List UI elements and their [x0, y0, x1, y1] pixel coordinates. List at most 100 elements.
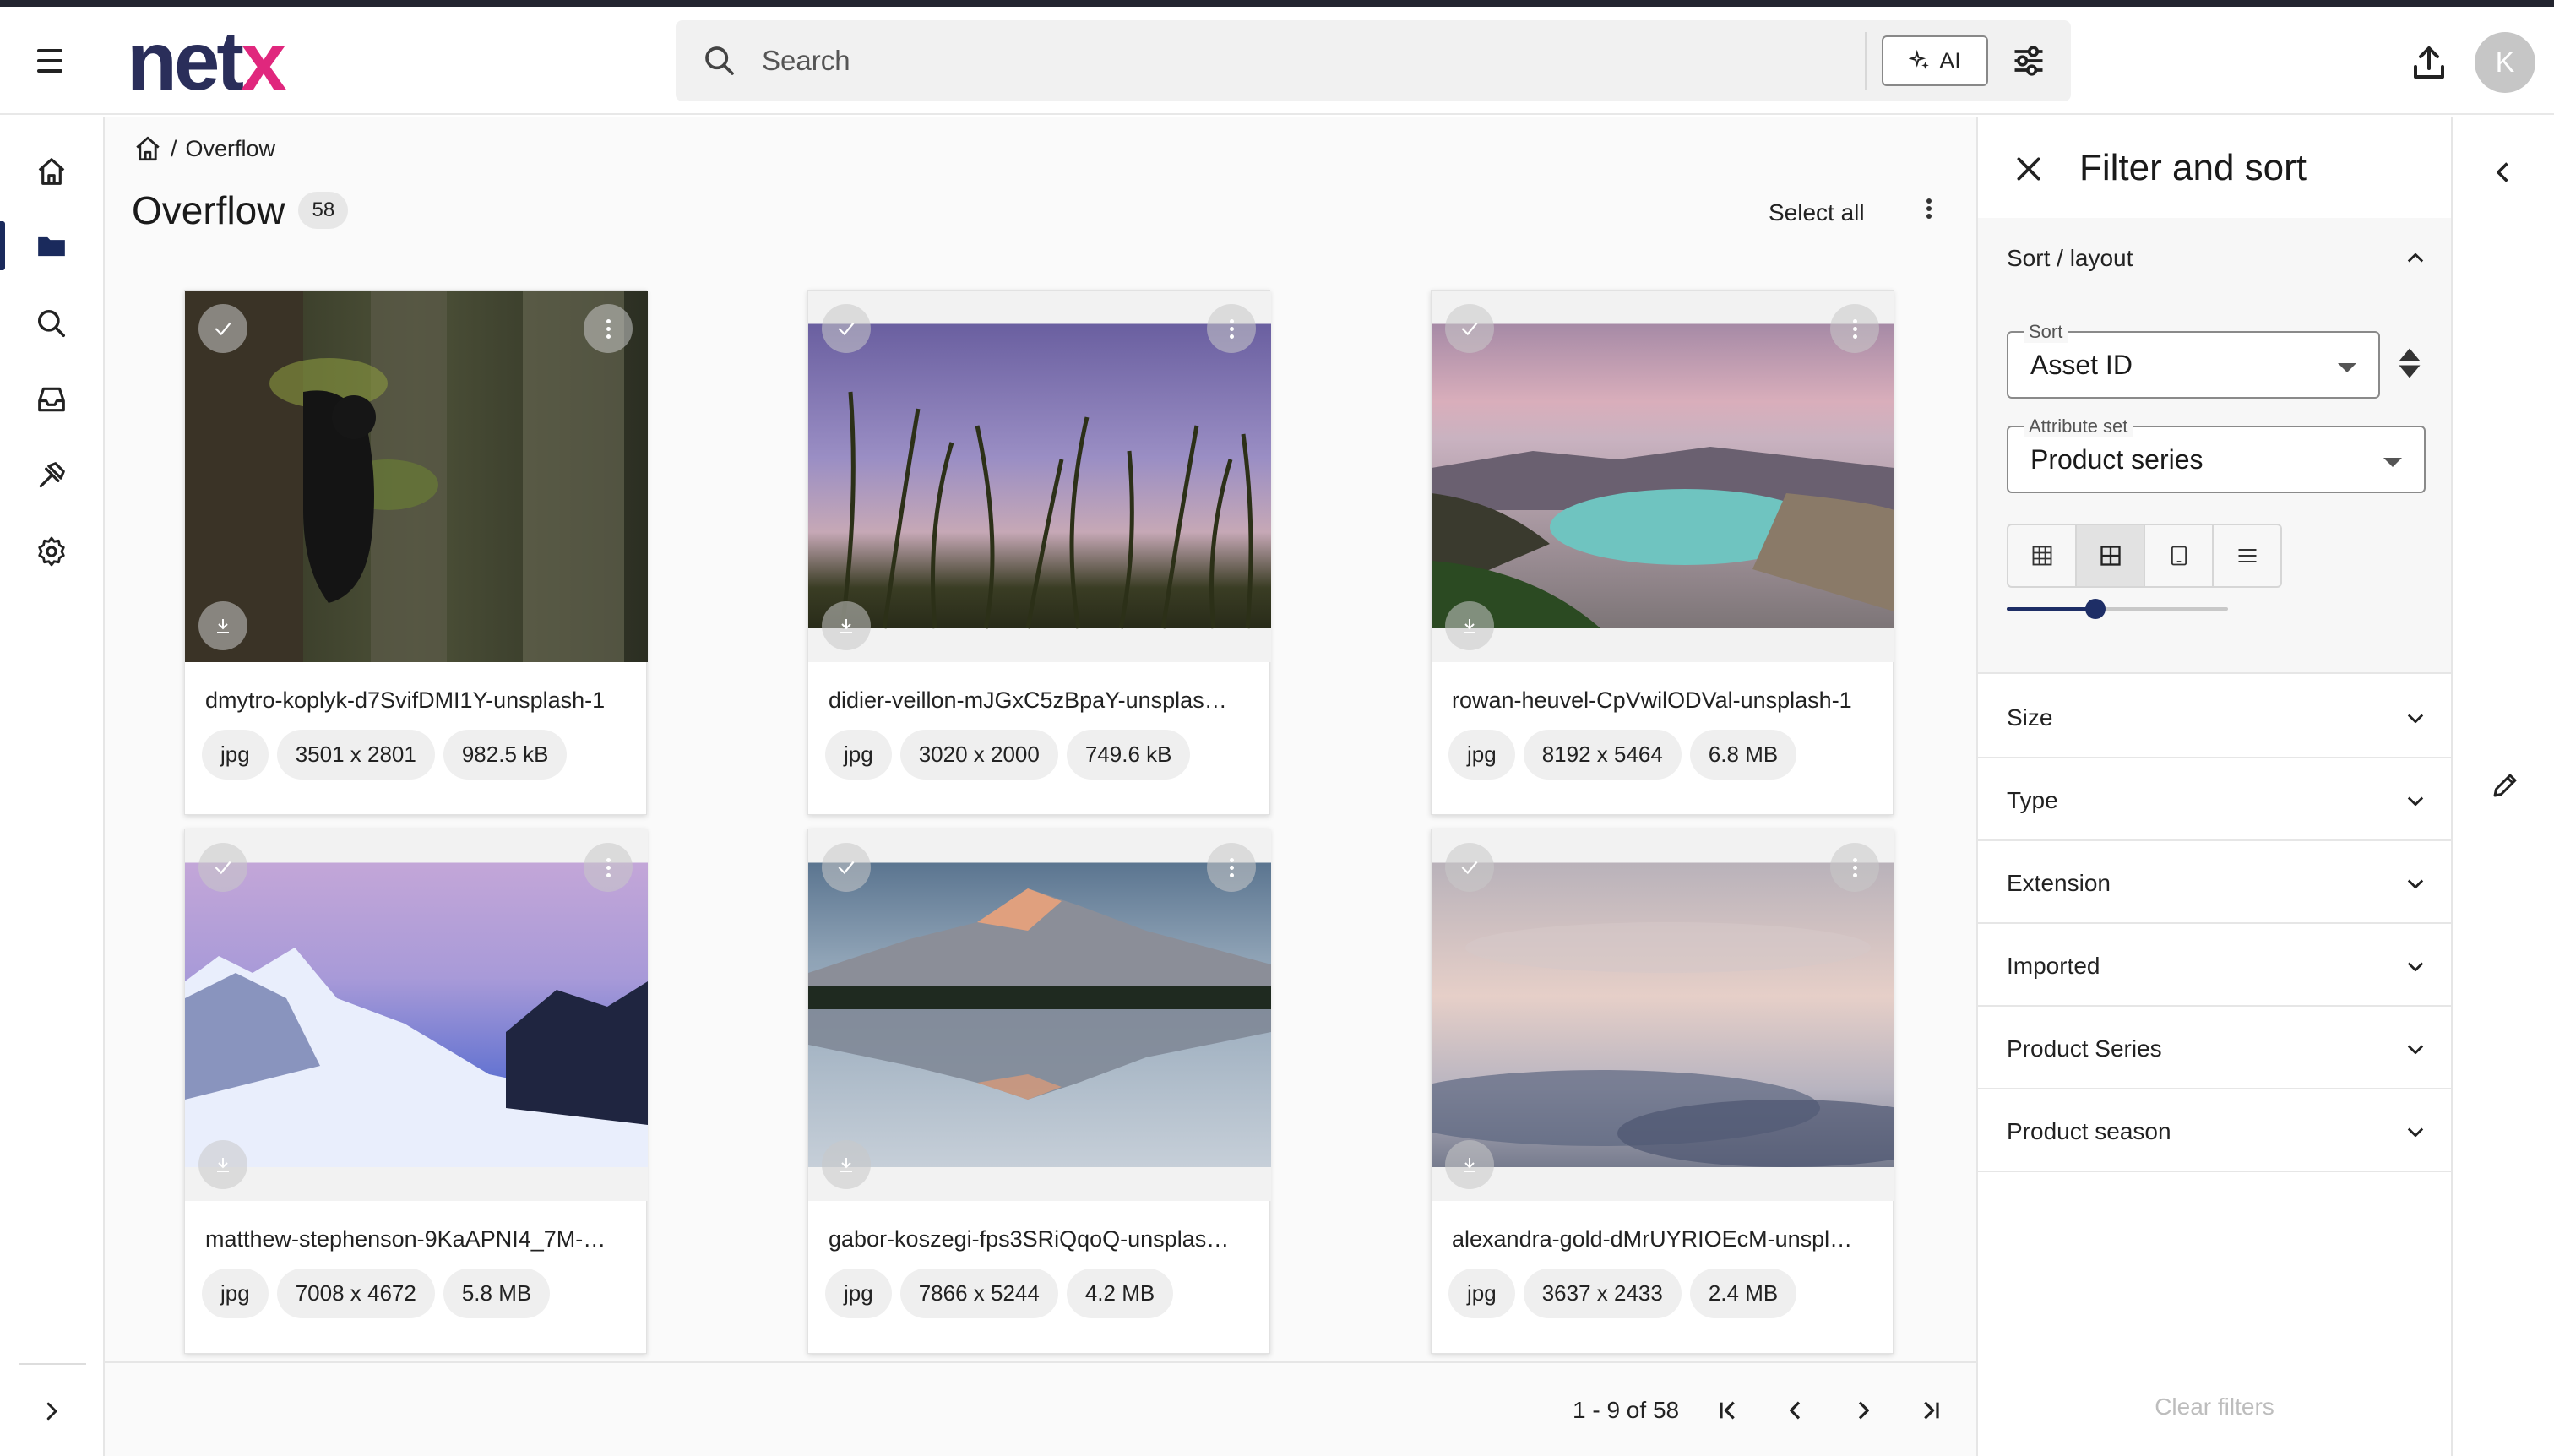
- select-checkbox[interactable]: [822, 843, 871, 892]
- size-chip: 6.8 MB: [1689, 730, 1797, 780]
- select-checkbox[interactable]: [198, 304, 247, 353]
- pencil-icon[interactable]: [2490, 770, 2520, 801]
- user-avatar[interactable]: K: [2475, 32, 2535, 93]
- dims-chip: 3501 x 2801: [276, 730, 435, 780]
- grid-small-icon[interactable]: [2008, 525, 2077, 586]
- asset-name[interactable]: alexandra-gold-dMrUYRIOEcM-unspl…: [1452, 1226, 1874, 1252]
- sort-select[interactable]: Sort Asset ID: [2007, 321, 2380, 399]
- home-icon[interactable]: [133, 134, 162, 163]
- card-menu-icon[interactable]: [584, 843, 633, 892]
- select-checkbox[interactable]: [198, 843, 247, 892]
- breadcrumb-separator: /: [171, 135, 177, 161]
- first-page-icon[interactable]: [1709, 1392, 1747, 1429]
- download-icon[interactable]: [1445, 601, 1494, 650]
- tablet-icon[interactable]: [2145, 525, 2214, 586]
- panel-title: Filter and sort: [2079, 147, 2307, 188]
- sort-layout-header[interactable]: Sort / layout: [2007, 245, 2133, 272]
- last-page-icon[interactable]: [1912, 1392, 1949, 1429]
- card-menu-icon[interactable]: [584, 304, 633, 353]
- filter-type[interactable]: Type: [1978, 758, 2451, 841]
- ext-chip: jpg: [202, 1269, 269, 1318]
- card-menu-icon[interactable]: [1207, 843, 1256, 892]
- asset-name[interactable]: matthew-stephenson-9KaAPNI4_7M-…: [205, 1226, 628, 1252]
- asset-card[interactable]: dmytro-koplyk-d7SvifDMI1Y-unsplash-1 jpg…: [184, 290, 648, 815]
- netx-logo[interactable]: netx: [127, 19, 286, 103]
- select-checkbox[interactable]: [822, 304, 871, 353]
- asset-thumbnail[interactable]: [808, 291, 1271, 662]
- layout-toggle-group: [2007, 524, 2282, 588]
- clear-filters-button[interactable]: Clear filters: [1978, 1394, 2451, 1421]
- breadcrumb-current[interactable]: Overflow: [186, 136, 276, 162]
- home-icon[interactable]: [32, 152, 71, 191]
- list-icon[interactable]: [2214, 525, 2280, 586]
- upload-icon[interactable]: [2409, 42, 2449, 84]
- close-icon[interactable]: [2012, 152, 2046, 186]
- filter-settings-icon[interactable]: [2010, 42, 2047, 79]
- card-menu-icon[interactable]: [1207, 304, 1256, 353]
- main-content: / Overflow Overflow 58 Select all dmytro…: [105, 117, 1976, 1456]
- slider-thumb[interactable]: [2085, 599, 2106, 619]
- asset-meta: jpg 3637 x 2433 2.4 MB: [1448, 1269, 1797, 1318]
- select-all-button[interactable]: Select all: [1769, 199, 1865, 226]
- asset-thumbnail[interactable]: [185, 291, 648, 662]
- search-input[interactable]: [762, 39, 1674, 83]
- attribute-set-select[interactable]: Attribute set Product series: [2007, 416, 2426, 493]
- next-page-icon[interactable]: [1845, 1392, 1882, 1429]
- chevron-up-icon[interactable]: [2404, 247, 2427, 270]
- chevron-left-icon[interactable]: [2488, 157, 2519, 187]
- asset-name[interactable]: didier-veillon-mJGxC5zBpaY-unsplas…: [829, 687, 1251, 714]
- card-menu-icon[interactable]: [1830, 304, 1879, 353]
- asset-meta: jpg 8192 x 5464 6.8 MB: [1448, 730, 1797, 780]
- filter-product-series[interactable]: Product Series: [1978, 1007, 2451, 1089]
- previous-page-icon[interactable]: [1777, 1392, 1814, 1429]
- asset-card[interactable]: didier-veillon-mJGxC5zBpaY-unsplas… jpg …: [807, 290, 1271, 815]
- download-icon[interactable]: [198, 601, 247, 650]
- gear-icon[interactable]: [32, 532, 71, 571]
- download-icon[interactable]: [822, 1140, 871, 1189]
- asset-thumbnail[interactable]: [808, 829, 1271, 1201]
- asset-name[interactable]: dmytro-koplyk-d7SvifDMI1Y-unsplash-1: [205, 687, 628, 714]
- download-icon[interactable]: [822, 601, 871, 650]
- filter-type-label: Type: [2007, 787, 2058, 813]
- dims-chip: 8192 x 5464: [1523, 730, 1682, 780]
- asset-card[interactable]: matthew-stephenson-9KaAPNI4_7M-… jpg 700…: [184, 829, 648, 1354]
- search-icon[interactable]: [32, 304, 71, 343]
- inbox-icon[interactable]: [32, 380, 71, 419]
- filter-size[interactable]: Size: [1978, 676, 2451, 758]
- dropdown-arrow-icon: [2338, 363, 2356, 372]
- attribute-set-value: Product series: [2030, 444, 2204, 475]
- grid-large-icon[interactable]: [2077, 525, 2145, 586]
- asset-name[interactable]: rowan-heuvel-CpVwilODVal-unsplash-1: [1452, 687, 1874, 714]
- size-chip: 4.2 MB: [1066, 1269, 1174, 1318]
- card-menu-icon[interactable]: [1830, 843, 1879, 892]
- select-checkbox[interactable]: [1445, 843, 1494, 892]
- hamburger-icon[interactable]: [34, 46, 71, 76]
- asset-thumbnail[interactable]: [1432, 291, 1894, 662]
- folder-icon[interactable]: [32, 227, 71, 266]
- asset-card[interactable]: rowan-heuvel-CpVwilODVal-unsplash-1 jpg …: [1431, 290, 1894, 815]
- asset-thumbnail[interactable]: [185, 829, 648, 1201]
- asset-card[interactable]: gabor-koszegi-fps3SRiQqoQ-unsplas… jpg 7…: [807, 829, 1271, 1354]
- hammer-icon[interactable]: [32, 456, 71, 495]
- download-icon[interactable]: [1445, 1140, 1494, 1189]
- filter-product-season[interactable]: Product season: [1978, 1089, 2451, 1172]
- dims-chip: 3637 x 2433: [1523, 1269, 1682, 1318]
- dims-chip: 7866 x 5244: [899, 1269, 1058, 1318]
- top-accent-bar: [0, 0, 2554, 7]
- asset-name[interactable]: gabor-koszegi-fps3SRiQqoQ-unsplas…: [829, 1226, 1251, 1252]
- more-options-icon[interactable]: [1921, 196, 1937, 230]
- thumbnail-size-slider[interactable]: [2007, 596, 2228, 622]
- filter-extension[interactable]: Extension: [1978, 841, 2451, 924]
- select-checkbox[interactable]: [1445, 304, 1494, 353]
- filter-imported[interactable]: Imported: [1978, 924, 2451, 1007]
- chevron-down-icon: [2407, 879, 2424, 889]
- ai-button[interactable]: AI: [1882, 35, 1988, 86]
- asset-card[interactable]: alexandra-gold-dMrUYRIOEcM-unspl… jpg 36…: [1431, 829, 1894, 1354]
- filter-product-series-label: Product Series: [2007, 1035, 2162, 1062]
- filter-imported-label: Imported: [2007, 953, 2100, 979]
- chevron-down-icon: [2407, 714, 2424, 724]
- download-icon[interactable]: [198, 1140, 247, 1189]
- asset-thumbnail[interactable]: [1432, 829, 1894, 1201]
- sort-direction-icon[interactable]: [2397, 346, 2422, 380]
- expand-rail-icon[interactable]: [32, 1392, 71, 1431]
